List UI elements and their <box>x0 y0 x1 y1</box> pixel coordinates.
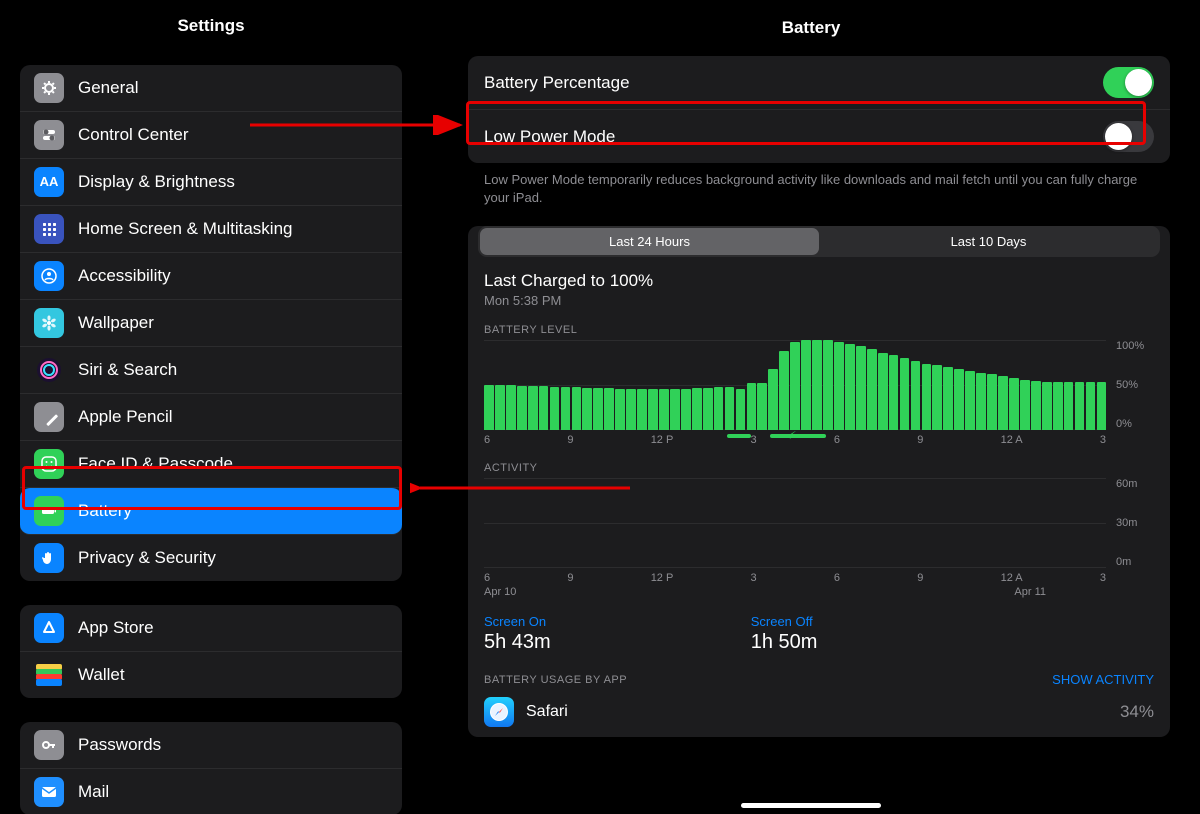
app-usage-row-safari[interactable]: Safari 34% <box>468 687 1170 737</box>
sidebar-item-label: Privacy & Security <box>78 548 216 568</box>
usage-card: Last 24 Hours Last 10 Days Last Charged … <box>468 226 1170 737</box>
app-name: Safari <box>526 703 568 721</box>
sidebar-item-label: Passwords <box>78 735 161 755</box>
wallet-icon <box>34 660 64 690</box>
sidebar-item-label: Wallet <box>78 665 125 685</box>
battery-percentage-label: Battery Percentage <box>484 73 630 93</box>
toggles-card: Battery Percentage Low Power Mode <box>468 56 1170 163</box>
sidebar-item-label: Control Center <box>78 125 189 145</box>
gear-icon <box>34 73 64 103</box>
sidebar-item-mail[interactable]: Mail <box>20 769 402 814</box>
show-activity-link[interactable]: SHOW ACTIVITY <box>1052 672 1154 687</box>
safari-icon <box>484 697 514 727</box>
activity-xaxis: 6912 P36912 A3 <box>484 572 1154 584</box>
battery-level-chart: ⚡︎ 100% 50% 0% <box>484 340 1154 430</box>
sidebar-item-faceid[interactable]: Face ID & Passcode <box>20 441 402 488</box>
sidebar-item-label: Face ID & Passcode <box>78 454 233 474</box>
low-power-hint: Low Power Mode temporarily reduces backg… <box>468 163 1170 206</box>
sidebar-item-appstore[interactable]: App Store <box>20 605 402 652</box>
sidebar-item-wallpaper[interactable]: Wallpaper <box>20 300 402 347</box>
sidebar-item-display[interactable]: AA Display & Brightness <box>20 159 402 206</box>
sidebar-groups: General Control Center AA Display & Brightn… <box>0 53 422 814</box>
app-pct: 34% <box>1120 702 1154 722</box>
battery-percentage-toggle[interactable] <box>1103 67 1154 98</box>
tab-last-10d[interactable]: Last 10 Days <box>819 228 1158 255</box>
sidebar-item-siri[interactable]: Siri & Search <box>20 347 402 394</box>
sidebar-item-label: Battery <box>78 501 132 521</box>
low-power-label: Low Power Mode <box>484 127 615 147</box>
battery-percentage-row[interactable]: Battery Percentage <box>468 56 1170 110</box>
switches-icon <box>34 120 64 150</box>
sidebar-item-label: Mail <box>78 782 109 802</box>
sidebar-item-label: Display & Brightness <box>78 172 235 192</box>
time-range-segment[interactable]: Last 24 Hours Last 10 Days <box>478 226 1160 257</box>
sidebar-item-control-center[interactable]: Control Center <box>20 112 402 159</box>
key-icon <box>34 730 64 760</box>
sidebar-item-passwords[interactable]: Passwords <box>20 722 402 769</box>
sidebar-item-label: Apple Pencil <box>78 407 173 427</box>
sidebar-item-general[interactable]: General <box>20 65 402 112</box>
face-icon <box>34 449 64 479</box>
activity-head: ACTIVITY <box>484 462 1154 474</box>
sidebar-item-label: General <box>78 78 138 98</box>
sidebar-item-label: Accessibility <box>78 266 171 286</box>
last-charged-title: Last Charged to 100% <box>484 271 1154 291</box>
sidebar-item-battery[interactable]: Battery <box>20 488 402 535</box>
appstore-icon <box>34 613 64 643</box>
mail-icon <box>34 777 64 807</box>
sidebar-title: Settings <box>0 0 422 53</box>
sidebar-item-label: Siri & Search <box>78 360 177 380</box>
sidebar-item-label: Home Screen & Multitasking <box>78 219 292 239</box>
hand-icon <box>34 543 64 573</box>
sidebar-item-privacy[interactable]: Privacy & Security <box>20 535 402 581</box>
screen-off-stat: Screen Off 1h 50m <box>751 614 818 654</box>
battery-icon <box>34 496 64 526</box>
sidebar: Settings General Control Center AA Display … <box>0 0 422 814</box>
sidebar-item-pencil[interactable]: Apple Pencil <box>20 394 402 441</box>
activity-chart: 60m 30m 0m <box>484 478 1154 568</box>
last-charged-time: Mon 5:38 PM <box>484 293 1154 308</box>
siri-icon <box>34 355 64 385</box>
usage-head: BATTERY USAGE BY APP <box>484 674 627 686</box>
tab-last-24h[interactable]: Last 24 Hours <box>480 228 819 255</box>
low-power-toggle[interactable] <box>1103 121 1154 152</box>
low-power-row[interactable]: Low Power Mode <box>468 110 1170 163</box>
screen-on-stat: Screen On 5h 43m <box>484 614 551 654</box>
main-panel: Battery Battery Percentage Low Power Mod… <box>422 0 1200 814</box>
sidebar-item-label: App Store <box>78 618 154 638</box>
sidebar-item-wallet[interactable]: Wallet <box>20 652 402 698</box>
grid-icon <box>34 214 64 244</box>
sidebar-item-home-screen[interactable]: Home Screen & Multitasking <box>20 206 402 253</box>
sidebar-item-label: Wallpaper <box>78 313 154 333</box>
pencil-icon <box>34 402 64 432</box>
page-title: Battery <box>422 0 1200 56</box>
home-indicator[interactable] <box>741 803 881 808</box>
AA-icon: AA <box>34 167 64 197</box>
flower-icon <box>34 308 64 338</box>
person-icon <box>34 261 64 291</box>
battery-level-head: BATTERY LEVEL <box>484 324 1154 336</box>
sidebar-item-accessibility[interactable]: Accessibility <box>20 253 402 300</box>
